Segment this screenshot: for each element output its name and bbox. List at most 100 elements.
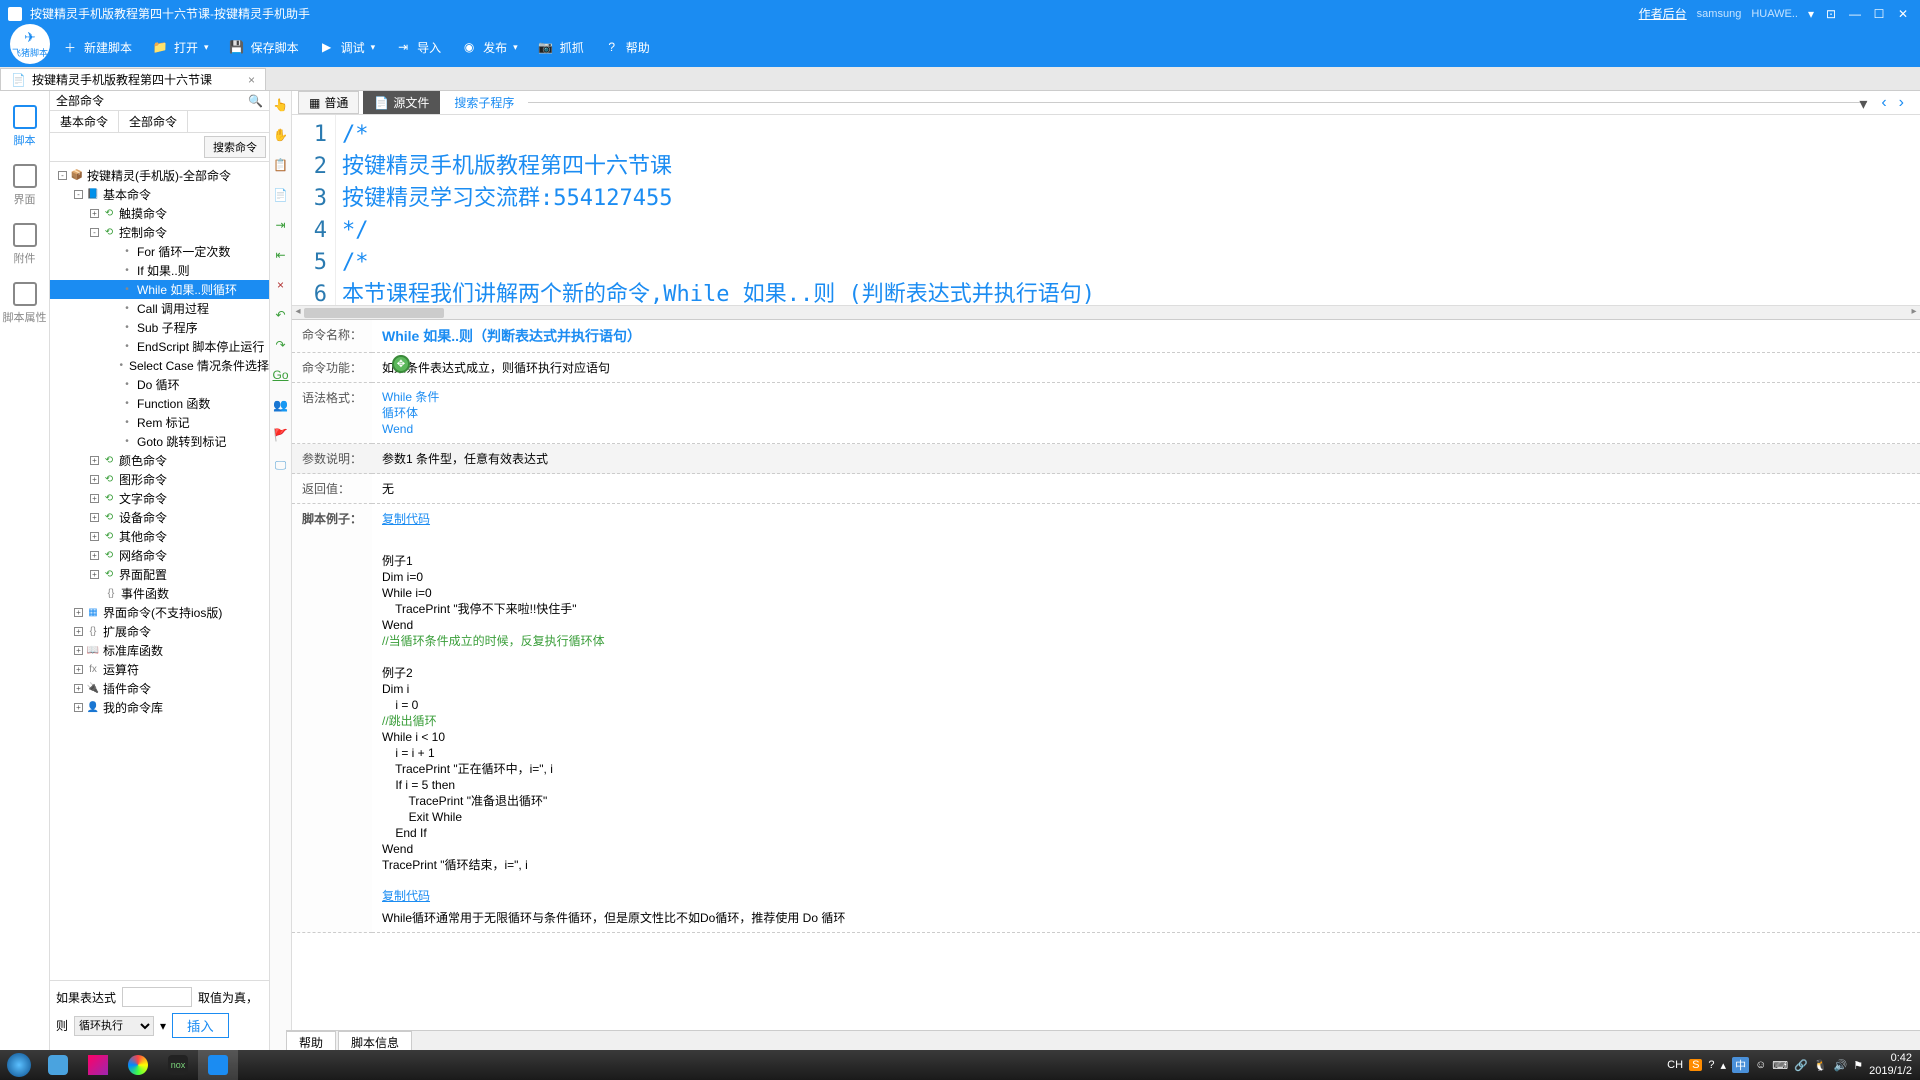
toolbar-0[interactable]: ＋新建脚本	[52, 27, 142, 67]
taskbar-app-1[interactable]	[38, 1050, 78, 1080]
subroutine-dropdown[interactable]	[528, 102, 1867, 103]
tree-item-5[interactable]: •If 如果..则	[50, 261, 269, 280]
toolbar-4[interactable]: ⇥导入	[385, 27, 451, 67]
toolbar-7[interactable]: ?帮助	[594, 27, 660, 67]
tree-item-11[interactable]: •Do 循环	[50, 375, 269, 394]
taskbar-app-4[interactable]: nox	[158, 1050, 198, 1080]
tree-item-8[interactable]: •Sub 子程序	[50, 318, 269, 337]
ime-lang-icon[interactable]: S	[1689, 1059, 1702, 1071]
tool-outdent-icon[interactable]: ⇤	[273, 247, 289, 263]
tree-expand-icon[interactable]: +	[74, 703, 83, 712]
device-model[interactable]: HUAWE..	[1751, 8, 1798, 20]
nav-0[interactable]: 脚本	[0, 97, 49, 156]
tree-item-24[interactable]: +{}扩展命令	[50, 622, 269, 641]
tree-item-19[interactable]: +⟲其他命令	[50, 527, 269, 546]
nav-2[interactable]: 附件	[0, 215, 49, 274]
command-tree[interactable]: -📦按键精灵(手机版)-全部命令-📘基本命令+⟲触摸命令-⟲控制命令•For 循…	[50, 162, 269, 980]
tray-clock[interactable]: 0:42 2019/1/2	[1869, 1052, 1912, 1078]
tray-help-icon[interactable]: ?	[1708, 1059, 1714, 1071]
author-backend-link[interactable]: 作者后台	[1639, 5, 1687, 22]
device-dropdown-icon[interactable]: ▾	[1808, 7, 1814, 21]
insert-button[interactable]: 插入	[172, 1013, 229, 1038]
tree-item-9[interactable]: •EndScript 脚本停止运行	[50, 337, 269, 356]
tree-item-7[interactable]: •Call 调用过程	[50, 299, 269, 318]
tool-flag-icon[interactable]: 🚩	[273, 427, 289, 443]
tray-flag-icon[interactable]: ⚑	[1853, 1059, 1863, 1072]
action-select[interactable]: 循环执行	[74, 1016, 154, 1036]
tree-expand-icon[interactable]: +	[74, 627, 83, 636]
tree-expand-icon[interactable]: +	[90, 513, 99, 522]
copy-code-link-1[interactable]: 复制代码	[382, 512, 430, 526]
ime-indicator[interactable]: CH	[1667, 1059, 1683, 1071]
tree-item-23[interactable]: +▦界面命令(不支持ios版)	[50, 603, 269, 622]
tool-indent-icon[interactable]: ⇥	[273, 217, 289, 233]
tree-item-10[interactable]: •Select Case 情况条件选择	[50, 356, 269, 375]
tree-item-17[interactable]: +⟲文字命令	[50, 489, 269, 508]
tab-source-view[interactable]: 📄 源文件	[363, 91, 440, 114]
toolbar-6[interactable]: 📷抓抓	[528, 27, 594, 67]
tool-users-icon[interactable]: 👥	[273, 397, 289, 413]
tree-item-6[interactable]: •While 如果..则循环	[50, 280, 269, 299]
tree-item-3[interactable]: -⟲控制命令	[50, 223, 269, 242]
tray-lang-badge[interactable]: 中	[1732, 1057, 1749, 1073]
tree-item-21[interactable]: +⟲界面配置	[50, 565, 269, 584]
copy-code-link-2[interactable]: 复制代码	[382, 889, 430, 903]
tree-expand-icon[interactable]: +	[74, 665, 83, 674]
taskbar-app-current[interactable]	[198, 1050, 238, 1080]
tree-expand-icon[interactable]: -	[74, 190, 83, 199]
tree-item-25[interactable]: +📖标准库函数	[50, 641, 269, 660]
tree-expand-icon[interactable]: +	[74, 646, 83, 655]
tray-keyboard-icon[interactable]: ⌨	[1772, 1059, 1788, 1072]
help-tab-0[interactable]: 帮助	[286, 1031, 336, 1050]
tab-normal-view[interactable]: ▦ 普通	[298, 91, 359, 114]
dropdown-icon[interactable]: ▾	[160, 1019, 166, 1033]
tree-item-18[interactable]: +⟲设备命令	[50, 508, 269, 527]
tool-redo-icon[interactable]: ↷	[273, 337, 289, 353]
tree-expand-icon[interactable]: -	[90, 228, 99, 237]
toolbar-5[interactable]: ◉发布▾	[451, 27, 528, 67]
tray-penguin-icon[interactable]: 🐧	[1814, 1059, 1828, 1072]
tree-item-1[interactable]: -📘基本命令	[50, 185, 269, 204]
tray-network-icon[interactable]: 🔗	[1794, 1059, 1808, 1072]
code-content[interactable]: /* 按键精灵手机版教程第四十六节课 按键精灵学习交流群:554127455 *…	[336, 115, 1920, 305]
tree-item-14[interactable]: •Goto 跳转到标记	[50, 432, 269, 451]
tree-expand-icon[interactable]: +	[90, 551, 99, 560]
tool-paste-icon[interactable]: 📄	[273, 187, 289, 203]
taskbar-app-3[interactable]	[118, 1050, 158, 1080]
tray-chevron-icon[interactable]: ▴	[1721, 1059, 1727, 1072]
splitter-handle[interactable]: ✥	[392, 355, 410, 373]
tree-expand-icon[interactable]: +	[90, 475, 99, 484]
nav-1[interactable]: 界面	[0, 156, 49, 215]
editor-horizontal-scrollbar[interactable]: ◂ ▸	[292, 305, 1920, 319]
tray-face-icon[interactable]: ☺	[1755, 1059, 1766, 1071]
tree-item-0[interactable]: -📦按键精灵(手机版)-全部命令	[50, 166, 269, 185]
search-command-button[interactable]: 搜索命令	[204, 136, 266, 158]
tree-expand-icon[interactable]: +	[90, 456, 99, 465]
toolbar-1[interactable]: 📁打开▾	[142, 27, 219, 67]
tree-expand-icon[interactable]: +	[90, 532, 99, 541]
minimize-icon[interactable]: —	[1848, 7, 1862, 21]
tree-item-22[interactable]: {}事件函数	[50, 584, 269, 603]
tree-item-20[interactable]: +⟲网络命令	[50, 546, 269, 565]
start-button[interactable]	[0, 1050, 38, 1080]
tree-item-16[interactable]: +⟲图形命令	[50, 470, 269, 489]
scroll-right-icon[interactable]: ▸	[1908, 306, 1920, 320]
scroll-left-icon[interactable]: ◂	[292, 306, 304, 320]
toolbar-3[interactable]: ▶调试▾	[309, 27, 386, 67]
tray-volume-icon[interactable]: 🔊	[1834, 1059, 1848, 1072]
nav-forward-icon[interactable]: ›	[1899, 94, 1904, 112]
tab-close-icon[interactable]: ×	[248, 73, 255, 87]
tree-item-28[interactable]: +👤我的命令库	[50, 698, 269, 717]
restore-window-icon[interactable]: ⊡	[1824, 7, 1838, 21]
tree-expand-icon[interactable]: +	[74, 684, 83, 693]
nav-3[interactable]: 脚本属性	[0, 274, 49, 333]
tree-item-13[interactable]: •Rem 标记	[50, 413, 269, 432]
tool-hand-icon[interactable]: ✋	[273, 127, 289, 143]
tree-expand-icon[interactable]: +	[90, 494, 99, 503]
tool-screen-icon[interactable]: 🖵	[273, 457, 289, 473]
tool-go-icon[interactable]: Go	[273, 367, 289, 383]
document-tab[interactable]: 📄 按键精灵手机版教程第四十六节课 ×	[0, 68, 266, 90]
tree-item-12[interactable]: •Function 函数	[50, 394, 269, 413]
search-icon[interactable]: 🔍	[248, 94, 263, 108]
tree-expand-icon[interactable]: +	[74, 608, 83, 617]
